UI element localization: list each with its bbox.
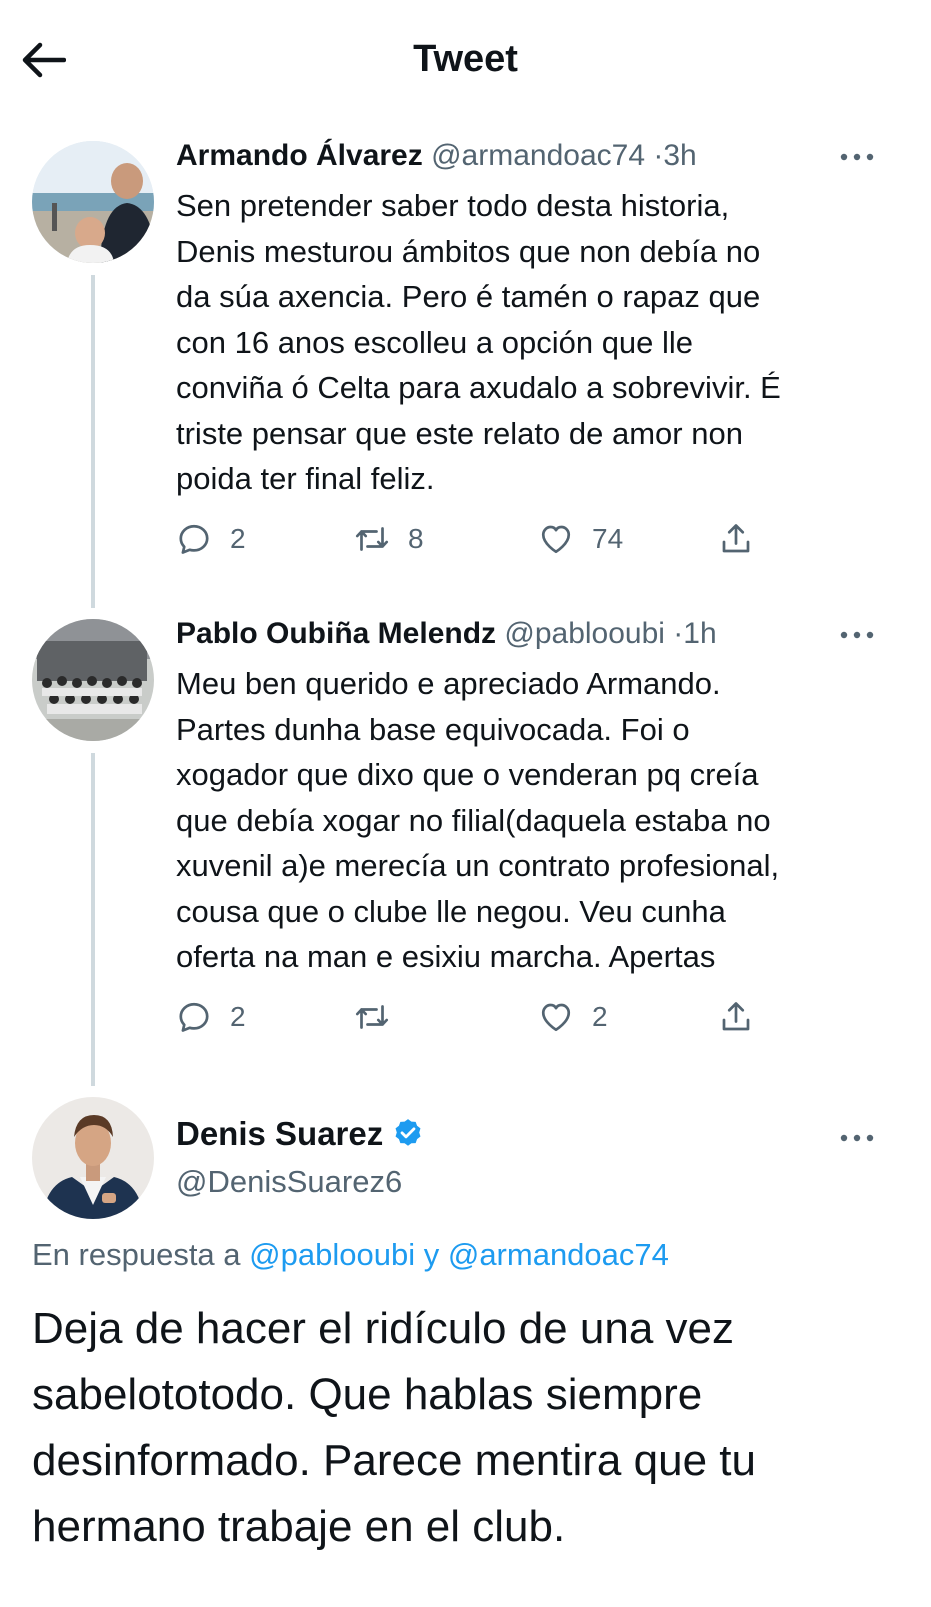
retweet-button[interactable]: [354, 995, 408, 1039]
avatar-image: [32, 141, 154, 263]
reply-button[interactable]: 2: [176, 517, 246, 561]
tweet-text: Sen pretender saber todo desta historia,…: [176, 183, 896, 502]
author-handle[interactable]: @pablooubi: [504, 617, 665, 650]
tweet-line: xuvenil a)e merecía un contrato profesio…: [176, 848, 780, 883]
tweet-line: xogador que dixo que o venderan pq creía: [176, 757, 759, 792]
tweet-header: Pablo Oubiña Melendz @pablooubi ·1h: [176, 617, 717, 651]
tweet-line: triste pensar que este relato de amor no…: [176, 415, 743, 451]
more-icon: [840, 1134, 874, 1142]
main-tweet-text: Deja de hacer el ridículo de una vez sab…: [32, 1296, 912, 1560]
thread-line: [91, 275, 95, 608]
like-button[interactable]: 2: [538, 995, 608, 1039]
retweet-button[interactable]: 8: [354, 517, 424, 561]
avatar-pablo[interactable]: [32, 619, 154, 741]
tweet-line: cousa que o clube lle negou. Veu cunha: [176, 893, 726, 929]
separator-dot: ·: [673, 617, 684, 650]
tweet-time[interactable]: 3h: [663, 139, 696, 172]
tweet-line: sabelototodo. Que hablas siempre: [32, 1370, 703, 1419]
separator-dot: ·: [653, 139, 664, 172]
top-bar: Tweet: [0, 0, 931, 120]
more-icon: [840, 631, 874, 639]
reply-icon: [179, 524, 209, 554]
reply-count: 2: [230, 523, 246, 554]
reply-user-link[interactable]: @armandoac74: [448, 1237, 669, 1272]
reply-user-link[interactable]: @pablooubi: [249, 1237, 415, 1272]
tweet-line: conviña ó Celta para axudalo a sobrevivi…: [176, 370, 781, 405]
like-icon: [541, 525, 571, 554]
author-name[interactable]: Denis Suarez: [176, 1115, 383, 1153]
author-name[interactable]: Pablo Oubiña Melendz: [176, 617, 496, 650]
like-icon: [541, 1003, 571, 1032]
tweet-line: Sen pretender saber todo desta historia,: [176, 188, 730, 223]
retweet-count: 8: [408, 523, 424, 554]
author-handle[interactable]: @armandoac74: [431, 139, 645, 172]
thread-line: [91, 753, 95, 1086]
like-count: 74: [592, 523, 624, 554]
tweet-time[interactable]: 1h: [683, 617, 716, 650]
tweet-line: desinformado. Parece mentira que tu: [32, 1436, 756, 1485]
avatar-denis[interactable]: [32, 1097, 154, 1219]
verified-badge-icon: [395, 1119, 421, 1146]
like-button[interactable]: 74: [538, 517, 623, 561]
tweet-line: poida ter final feliz.: [176, 461, 435, 496]
author-handle[interactable]: @DenisSuarez6: [176, 1164, 402, 1200]
share-icon: [722, 1002, 750, 1031]
author-name[interactable]: Armando Álvarez: [176, 139, 423, 172]
replying-to: En respuesta a @pablooubi y @armandoac74: [32, 1237, 669, 1273]
author-name-row: Denis Suarez: [176, 1115, 425, 1153]
reply-and[interactable]: y: [424, 1237, 440, 1272]
avatar-image: [32, 1097, 154, 1219]
tweet-line: Deja de hacer el ridículo de una vez: [32, 1304, 734, 1353]
more-button[interactable]: [838, 147, 878, 167]
more-icon: [840, 153, 874, 161]
reply-button[interactable]: 2: [176, 995, 246, 1039]
reply-icon: [179, 1002, 209, 1032]
tweet-line: oferta na man e esixiu marcha. Apertas: [176, 939, 716, 974]
avatar-armando[interactable]: [32, 141, 154, 263]
reply-count: 2: [230, 1001, 246, 1032]
action-bar: 2 8 74: [176, 517, 776, 561]
like-count: 2: [592, 1001, 608, 1032]
retweet-icon: [355, 1005, 389, 1029]
more-button[interactable]: [838, 1128, 878, 1148]
share-button[interactable]: [718, 995, 754, 1039]
tweet-line: con 16 anos escolleu a opción que lle: [176, 324, 694, 360]
page-title: Tweet: [413, 38, 518, 80]
tweet-line: hermano trabaje en el club.: [32, 1502, 566, 1551]
tweet-line: da súa axencia. Pero é tamén o rapaz que: [176, 279, 761, 314]
more-button[interactable]: [838, 625, 878, 645]
tweet-text: Meu ben querido e apreciado Armando. Par…: [176, 661, 896, 980]
retweet-icon: [355, 527, 389, 551]
reply-prefix: En respuesta a: [32, 1237, 241, 1272]
tweet-header: Armando Álvarez @armandoac74 ·3h: [176, 139, 697, 173]
action-bar: 2 2: [176, 995, 776, 1039]
tweet-line: Denis mesturou ámbitos que non debía no: [176, 233, 761, 269]
avatar-image: [32, 619, 154, 741]
tweet-line: que debía xogar no filial(daquela estaba…: [176, 802, 771, 838]
share-icon: [722, 524, 750, 553]
tweet-line: Partes dunha base equivocada. Foi o: [176, 711, 690, 747]
share-button[interactable]: [718, 517, 754, 561]
tweet-line: Meu ben querido e apreciado Armando.: [176, 666, 721, 701]
